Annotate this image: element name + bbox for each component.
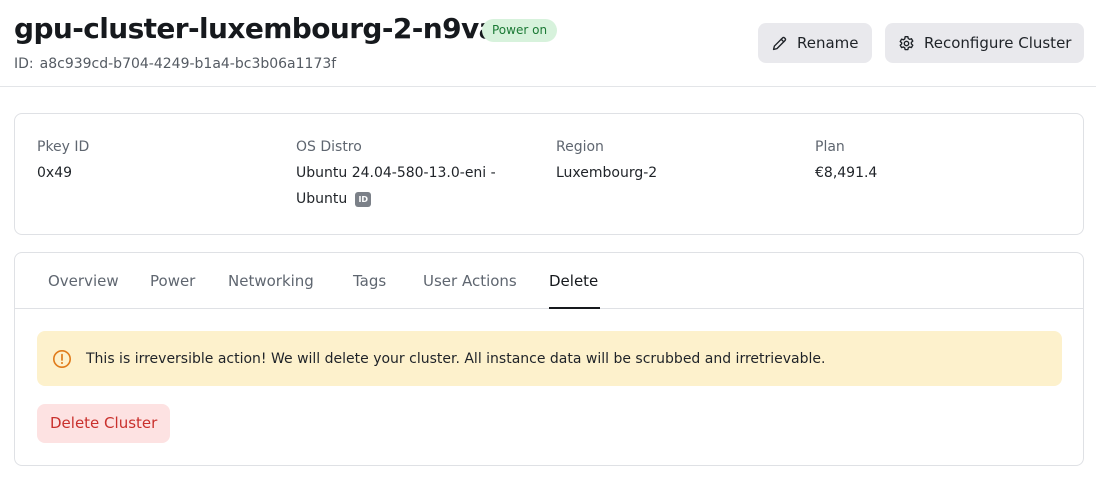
region-value: Luxembourg-2 bbox=[556, 165, 658, 181]
plan-label: Plan bbox=[815, 139, 845, 155]
pencil-icon bbox=[772, 36, 787, 50]
cluster-id-value: a8c939cd-b704-4249-b1a4-bc3b06a1173f bbox=[39, 56, 337, 72]
page-header: gpu-cluster-luxembourg-2-n9vam Power on … bbox=[0, 0, 1096, 87]
plan-value: €8,491.4 bbox=[815, 165, 878, 181]
tabs-card: Overview Power Networking Tags User Acti… bbox=[14, 252, 1084, 466]
info-os-distro: OS Distro Ubuntu 24.04-580-13.0-eni - Ub… bbox=[296, 137, 526, 212]
id-chip-icon[interactable]: ID bbox=[355, 192, 372, 207]
warning-alert: This is irreversible action! We will del… bbox=[37, 331, 1062, 386]
pkey-label: Pkey ID bbox=[37, 139, 90, 155]
delete-cluster-button[interactable]: Delete Cluster bbox=[37, 404, 171, 443]
exclamation-circle-icon bbox=[53, 349, 71, 368]
warning-text: This is irreversible action! We will del… bbox=[86, 350, 826, 367]
info-pkey: Pkey ID 0x49 bbox=[37, 137, 89, 186]
gear-icon bbox=[899, 35, 914, 50]
rename-button[interactable]: Rename bbox=[758, 23, 872, 63]
cluster-id: ID: a8c939cd-b704-4249-b1a4-bc3b06a1173f bbox=[14, 56, 336, 72]
info-plan: Plan €8,491.4 bbox=[815, 137, 877, 186]
info-region: Region Luxembourg-2 bbox=[556, 137, 657, 186]
os-distro-label: OS Distro bbox=[296, 139, 362, 155]
region-label: Region bbox=[556, 139, 604, 155]
os-distro-line1: Ubuntu 24.04-580-13.0-eni - bbox=[296, 165, 496, 181]
os-distro-value: Ubuntu 24.04-580-13.0-eni - Ubuntu ID bbox=[296, 160, 526, 212]
os-distro-line2: Ubuntu bbox=[296, 191, 348, 207]
pkey-value: 0x49 bbox=[37, 165, 73, 181]
tab-user-actions[interactable]: User Actions bbox=[423, 272, 517, 290]
cluster-info-card: Pkey ID 0x49 OS Distro Ubuntu 24.04-580-… bbox=[14, 113, 1084, 235]
reconfigure-cluster-button[interactable]: Reconfigure Cluster bbox=[885, 23, 1084, 63]
page-title: gpu-cluster-luxembourg-2-n9vam bbox=[14, 12, 526, 45]
cluster-id-label: ID: bbox=[14, 56, 34, 72]
rename-button-label: Rename bbox=[797, 34, 859, 52]
tab-overview[interactable]: Overview bbox=[48, 272, 119, 290]
reconfigure-cluster-label: Reconfigure Cluster bbox=[924, 34, 1072, 52]
tab-power[interactable]: Power bbox=[150, 272, 195, 290]
active-tab-indicator bbox=[549, 307, 600, 309]
status-badge: Power on bbox=[482, 19, 558, 42]
tab-networking[interactable]: Networking bbox=[228, 272, 314, 290]
tab-delete[interactable]: Delete bbox=[549, 272, 598, 290]
tab-tags[interactable]: Tags bbox=[353, 272, 386, 290]
tab-bar: Overview Power Networking Tags User Acti… bbox=[15, 253, 1083, 309]
